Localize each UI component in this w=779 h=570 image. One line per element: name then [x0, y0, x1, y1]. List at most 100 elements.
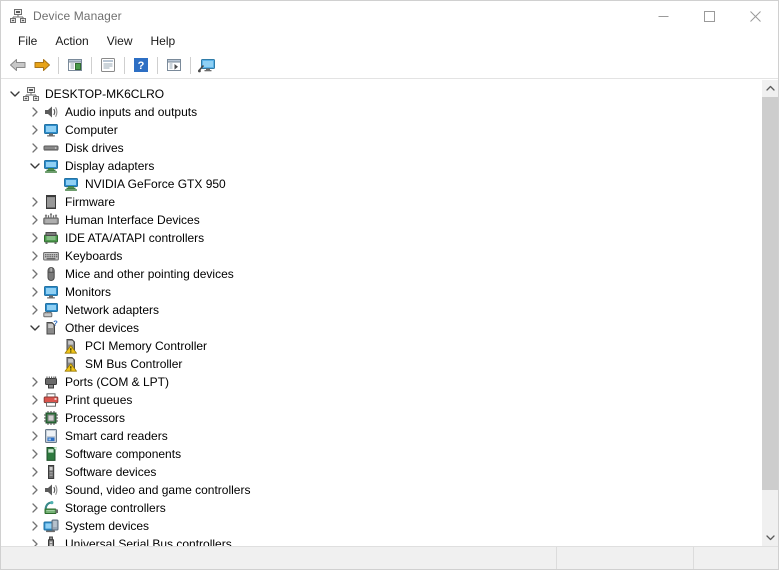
content-area: DESKTOP-MK6CLRO Audio inputs and outputs… — [1, 79, 778, 546]
device-manager-window: Device Manager File Action View Help ? D… — [0, 0, 779, 570]
chevron-down-icon[interactable] — [27, 320, 43, 336]
tree-item[interactable]: SM Bus Controller — [1, 355, 761, 373]
minimize-button[interactable] — [640, 1, 686, 31]
chevron-right-icon[interactable] — [27, 500, 43, 516]
tree-item-label: System devices — [65, 519, 150, 533]
tree-item[interactable]: Disk drives — [1, 139, 761, 157]
display-adapter-icon — [43, 158, 59, 174]
tree-item[interactable]: System devices — [1, 517, 761, 535]
unknown-device-warning-icon — [63, 338, 79, 354]
tree-item[interactable]: Storage controllers — [1, 499, 761, 517]
tree-item-label: Other devices — [65, 321, 140, 335]
chevron-right-icon[interactable] — [27, 194, 43, 210]
tree-item[interactable]: NVIDIA GeForce GTX 950 — [1, 175, 761, 193]
tree-item-label: Human Interface Devices — [65, 213, 200, 227]
help-icon[interactable]: ? — [129, 54, 153, 77]
tree-item-label: Print queues — [65, 393, 133, 407]
chevron-right-icon[interactable] — [27, 122, 43, 138]
tree-item[interactable]: Firmware — [1, 193, 761, 211]
keyboard-icon — [43, 248, 59, 264]
toolbar-separator — [124, 56, 125, 74]
chevron-down-icon[interactable] — [27, 158, 43, 174]
chevron-down-icon[interactable] — [7, 86, 23, 102]
chevron-right-icon[interactable] — [27, 464, 43, 480]
chevron-right-icon[interactable] — [27, 266, 43, 282]
chevron-right-icon[interactable] — [27, 374, 43, 390]
speaker-icon — [43, 104, 59, 120]
tree-item[interactable]: Computer — [1, 121, 761, 139]
chevron-right-icon[interactable] — [27, 428, 43, 444]
tree-item[interactable]: Audio inputs and outputs — [1, 103, 761, 121]
chevron-right-icon[interactable] — [27, 212, 43, 228]
tree-item[interactable]: Keyboards — [1, 247, 761, 265]
tree-item[interactable]: Mice and other pointing devices — [1, 265, 761, 283]
chevron-right-icon[interactable] — [27, 518, 43, 534]
tree-item-label: Monitors — [65, 285, 112, 299]
tree-item[interactable]: Human Interface Devices — [1, 211, 761, 229]
chevron-right-icon[interactable] — [27, 302, 43, 318]
tree-item[interactable]: Software components — [1, 445, 761, 463]
chevron-right-icon[interactable] — [27, 392, 43, 408]
chevron-right-icon[interactable] — [27, 284, 43, 300]
tree-item[interactable]: Print queues — [1, 391, 761, 409]
tree-item[interactable]: Monitors — [1, 283, 761, 301]
chevron-right-icon[interactable] — [27, 446, 43, 462]
tree-item[interactable]: Processors — [1, 409, 761, 427]
status-main-cell — [1, 547, 556, 569]
maximize-button[interactable] — [686, 1, 732, 31]
scroll-up-icon[interactable] — [762, 80, 778, 97]
tree-item[interactable]: DESKTOP-MK6CLRO — [1, 85, 761, 103]
menu-action[interactable]: Action — [46, 32, 97, 51]
device-tree[interactable]: DESKTOP-MK6CLRO Audio inputs and outputs… — [1, 80, 761, 546]
window-title: Device Manager — [33, 9, 122, 23]
tree-item[interactable]: Sound, video and game controllers — [1, 481, 761, 499]
menu-view[interactable]: View — [98, 32, 142, 51]
back-arrow-icon[interactable] — [6, 54, 30, 77]
close-button[interactable] — [732, 1, 778, 31]
status-tertiary-cell — [693, 547, 778, 569]
printer-icon — [43, 392, 59, 408]
tree-item[interactable]: IDE ATA/ATAPI controllers — [1, 229, 761, 247]
chevron-right-icon[interactable] — [27, 248, 43, 264]
display-adapter-icon — [63, 176, 79, 192]
scrollbar-thumb[interactable] — [762, 97, 778, 490]
software-device-icon — [43, 464, 59, 480]
disk-drive-icon — [43, 140, 59, 156]
tree-item[interactable]: ? Other devices — [1, 318, 761, 337]
chevron-right-icon[interactable] — [27, 536, 43, 546]
forward-arrow-icon[interactable] — [30, 54, 54, 77]
tree-item[interactable]: Network adapters — [1, 301, 761, 319]
tree-item[interactable]: Software devices — [1, 463, 761, 481]
tree-item-label: Storage controllers — [65, 501, 166, 515]
unknown-device-icon: ? — [43, 318, 59, 336]
tree-item[interactable]: PCI Memory Controller — [1, 337, 761, 355]
scroll-down-icon[interactable] — [762, 529, 778, 546]
tree-item-label: Software components — [65, 447, 182, 461]
menu-help[interactable]: Help — [142, 32, 185, 51]
scrollbar-track[interactable] — [762, 97, 778, 529]
chevron-right-icon[interactable] — [27, 140, 43, 156]
chevron-right-icon[interactable] — [27, 104, 43, 120]
chevron-right-icon[interactable] — [27, 482, 43, 498]
firmware-icon — [43, 194, 59, 210]
monitor-icon — [43, 284, 59, 300]
tree-item[interactable]: Universal Serial Bus controllers — [1, 535, 761, 546]
svg-text:?: ? — [53, 320, 58, 327]
properties-icon[interactable] — [63, 54, 87, 77]
scan-hardware-icon[interactable] — [162, 54, 186, 77]
update-driver-icon[interactable] — [96, 54, 120, 77]
tree-item[interactable]: Ports (COM & LPT) — [1, 373, 761, 391]
show-hidden-devices-icon[interactable] — [195, 54, 219, 77]
tree-item-label: Display adapters — [65, 159, 155, 173]
status-secondary-cell — [556, 547, 693, 569]
toolbar-separator — [58, 56, 59, 74]
chevron-right-icon[interactable] — [27, 230, 43, 246]
svg-text:?: ? — [138, 60, 145, 72]
chevron-right-icon[interactable] — [27, 410, 43, 426]
vertical-scrollbar[interactable] — [761, 80, 778, 546]
smartcard-reader-icon — [43, 428, 59, 444]
tree-item[interactable]: Smart card readers — [1, 427, 761, 445]
tree-item[interactable]: Display adapters — [1, 157, 761, 175]
menu-file[interactable]: File — [9, 32, 46, 51]
toolbar-separator — [91, 56, 92, 74]
